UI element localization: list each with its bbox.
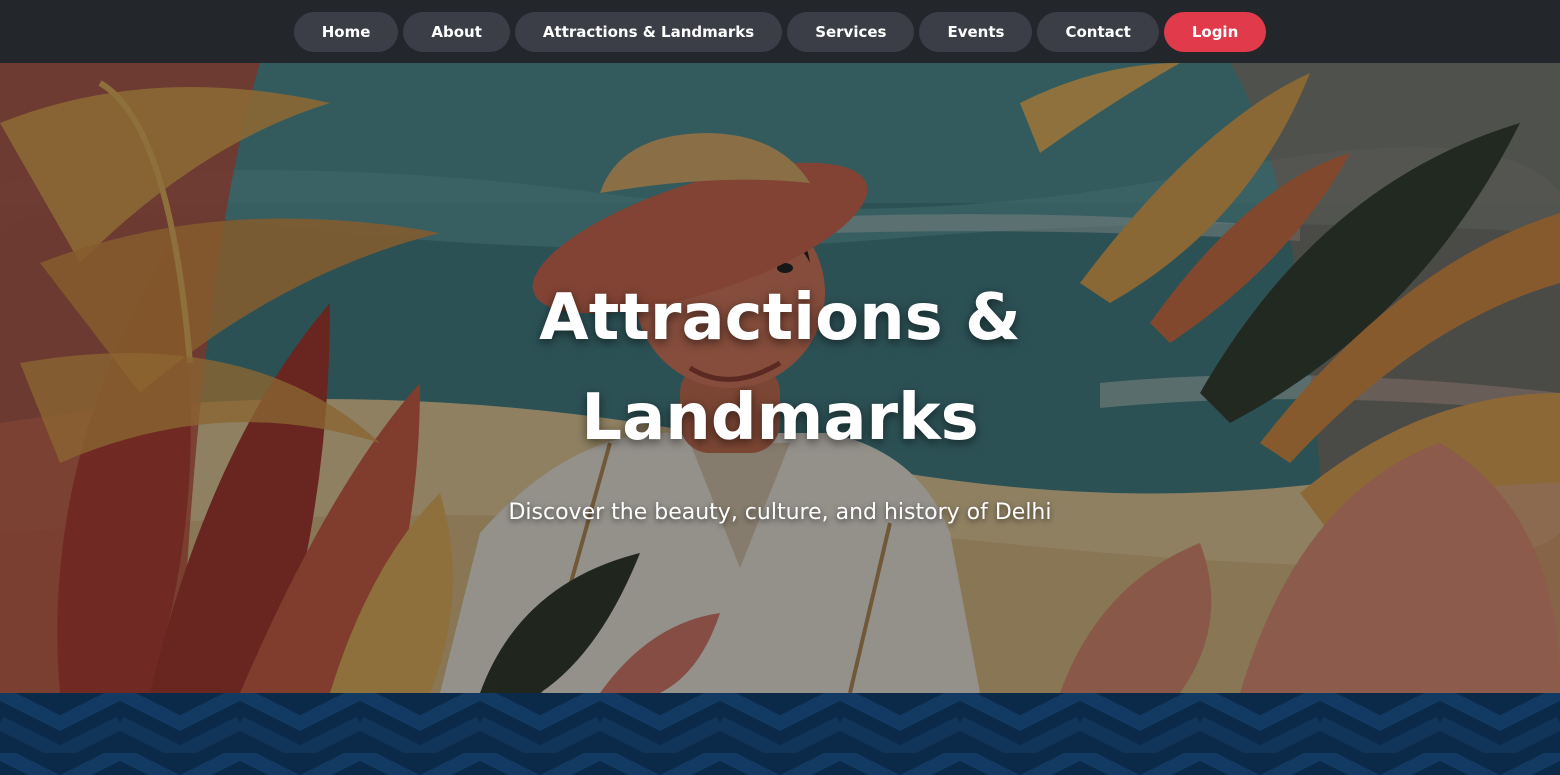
nav-services-button[interactable]: Services	[787, 11, 915, 52]
nav-attractions-button[interactable]: Attractions & Landmarks	[514, 11, 783, 52]
nav-contact-button[interactable]: Contact	[1037, 11, 1159, 52]
login-button[interactable]: Login	[1163, 11, 1267, 52]
top-navigation-bar: Home About Attractions & Landmarks Servi…	[0, 0, 1560, 63]
hero-content: Attractions & Landmarks Discover the bea…	[0, 268, 1560, 528]
nav-home-button[interactable]: Home	[293, 11, 399, 52]
nav-about-button[interactable]: About	[403, 11, 510, 52]
hero-title: Attractions & Landmarks	[539, 281, 1021, 455]
chevron-pattern	[0, 693, 1560, 775]
chevron-pattern-band	[0, 693, 1560, 775]
main-nav: Home About Attractions & Landmarks Servi…	[293, 11, 1267, 52]
hero-section: Attractions & Landmarks Discover the bea…	[0, 63, 1560, 693]
hero-subtitle: Discover the beauty, culture, and histor…	[508, 500, 1052, 525]
nav-events-button[interactable]: Events	[919, 11, 1033, 52]
